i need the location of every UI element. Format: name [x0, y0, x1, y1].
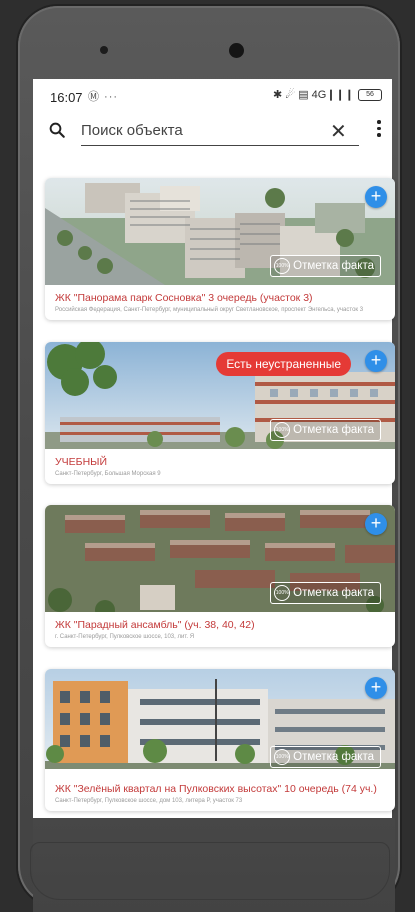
battery-icon: 56 [358, 88, 382, 101]
object-address: г. Санкт-Петербург, Пулковское шоссе, 10… [55, 634, 195, 640]
object-card[interactable]: + 100% Отметка факта ЖК "Зелёный квартал… [45, 669, 395, 811]
object-info: ЖК "Панорама парк Сосновка" 3 очередь (у… [45, 285, 395, 320]
mark-fact-label: Отметка факта [293, 751, 374, 763]
object-image: Есть неустраненные + 100% Отметка факта [45, 342, 395, 449]
mark-fact-button[interactable]: 100% Отметка факта [270, 255, 381, 277]
progress-icon: 100% [274, 749, 291, 765]
mark-fact-label: Отметка факта [293, 587, 374, 599]
search-input[interactable] [81, 115, 359, 146]
mark-fact-label: Отметка факта [293, 424, 374, 436]
progress-icon: 100% [274, 258, 291, 274]
object-title: ЖК "Зелёный квартал на Пулковских высота… [55, 783, 377, 795]
more-vert-icon[interactable] [377, 120, 381, 140]
mark-fact-button[interactable]: 100% Отметка факта [270, 419, 381, 441]
system-icons: ✱ ☄ ▤ 4G❙❙❙ 56 [273, 88, 382, 101]
object-info: ЖК "Парадный ансамбль" (уч. 38, 40, 42) … [45, 612, 395, 647]
status-time: 16:07 [50, 90, 83, 105]
search-icon[interactable] [48, 121, 66, 139]
object-card[interactable]: + 100% Отметка факта ЖК "Панорама парк С… [45, 178, 395, 320]
add-button[interactable]: + [365, 350, 387, 372]
mark-fact-label: Отметка факта [293, 260, 374, 272]
notification-icons: Ⓜ ··· [88, 91, 119, 103]
progress-icon: 100% [274, 422, 291, 438]
object-address: Санкт-Петербург, Пулковское шоссе, дом 1… [55, 798, 243, 804]
add-button[interactable]: + [365, 677, 387, 699]
add-button[interactable]: + [365, 186, 387, 208]
object-image: + 100% Отметка факта [45, 669, 395, 776]
mark-fact-button[interactable]: 100% Отметка факта [270, 582, 381, 604]
mark-fact-button[interactable]: 100% Отметка факта [270, 746, 381, 768]
add-button[interactable]: + [365, 513, 387, 535]
search-bar: ✕ [33, 115, 392, 155]
object-card[interactable]: Есть неустраненные + 100% Отметка факта … [45, 342, 395, 484]
object-info: ЖК "Зелёный квартал на Пулковских высота… [45, 776, 395, 811]
object-title: ЖК "Панорама парк Сосновка" 3 очередь (у… [55, 292, 313, 304]
object-address: Санкт-Петербург, Большая Морская 9 [55, 471, 161, 477]
speaker [100, 46, 108, 54]
object-address: Российская Федерация, Санкт-Петербург, м… [55, 307, 364, 313]
object-info: УЧЕБНЫЙ Санкт-Петербург, Большая Морская… [45, 449, 395, 484]
progress-icon: 100% [274, 585, 291, 601]
object-title: УЧЕБНЫЙ [55, 456, 107, 468]
phone-bottom-bar [30, 842, 390, 900]
object-card[interactable]: + 100% Отметка факта ЖК "Парадный ансамб… [45, 505, 395, 647]
unresolved-issues-badge[interactable]: Есть неустраненные [216, 352, 351, 376]
status-bar: 16:07 Ⓜ ··· ✱ ☄ ▤ 4G❙❙❙ 56 [33, 79, 392, 115]
signal-icons: ✱ ☄ ▤ 4G❙❙❙ [273, 89, 354, 101]
object-image: + 100% Отметка факта [45, 505, 395, 612]
object-title: ЖК "Парадный ансамбль" (уч. 38, 40, 42) [55, 619, 255, 631]
front-camera [229, 43, 244, 58]
close-icon[interactable]: ✕ [330, 119, 347, 144]
object-image: + 100% Отметка факта [45, 178, 395, 285]
